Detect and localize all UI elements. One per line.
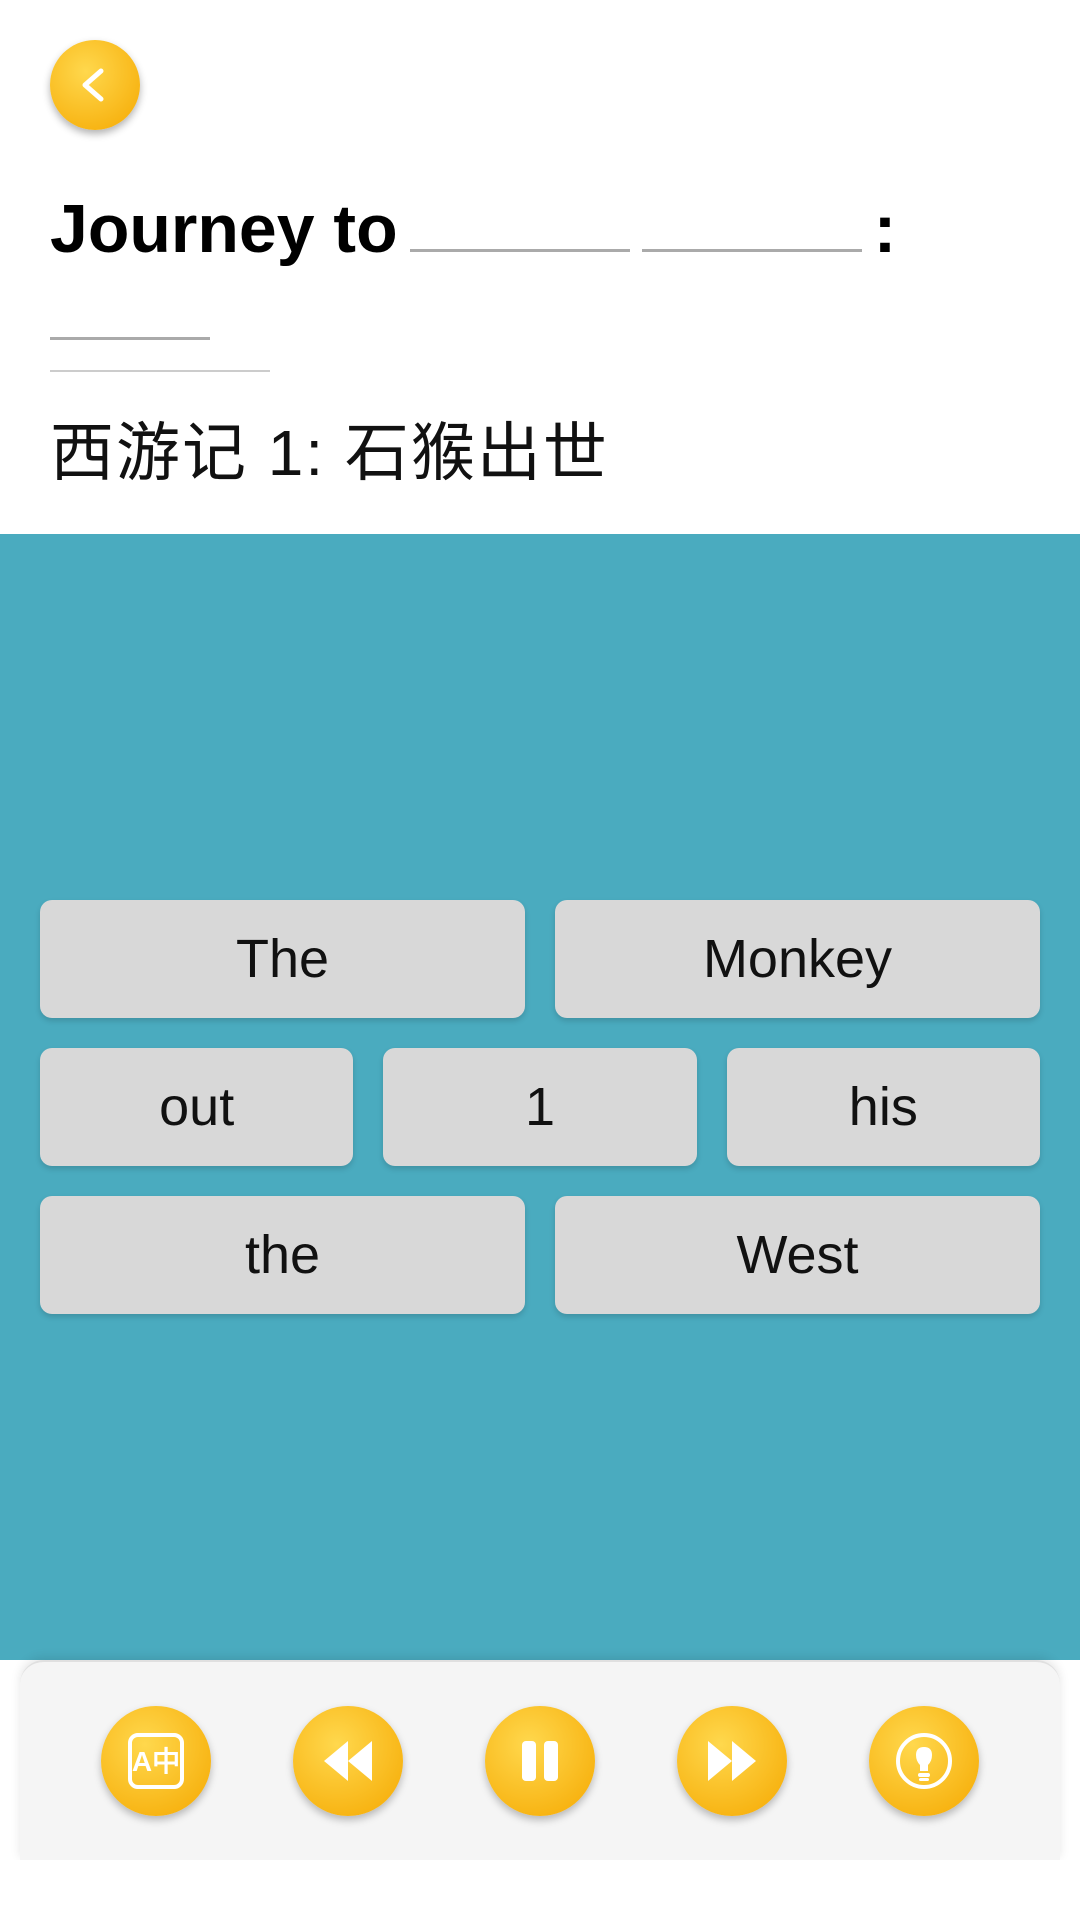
word-button-the[interactable]: The: [40, 900, 525, 1018]
title-blank-1: [410, 192, 630, 252]
title-blank-2: [642, 192, 862, 252]
fastforward-icon: [700, 1729, 764, 1793]
title-line: Journey to :: [50, 190, 1030, 340]
title-blank-3: [50, 280, 210, 340]
title-colon: :: [874, 190, 897, 268]
bottom-spacer: [0, 1860, 1080, 1920]
word-button-his[interactable]: his: [727, 1048, 1040, 1166]
hint-lightbulb-icon: [892, 1729, 956, 1793]
title-prefix: Journey to: [50, 190, 398, 268]
word-row-3: the West: [40, 1196, 1040, 1314]
word-row-1: The Monkey: [40, 900, 1040, 1018]
word-choice-area: The Monkey out 1 his the West: [0, 534, 1080, 1660]
word-row-2: out 1 his: [40, 1048, 1040, 1166]
fastforward-button[interactable]: [677, 1706, 787, 1816]
word-button-monkey[interactable]: Monkey: [555, 900, 1040, 1018]
svg-text:A中: A中: [132, 1746, 180, 1777]
word-button-west[interactable]: West: [555, 1196, 1040, 1314]
hint-button[interactable]: [869, 1706, 979, 1816]
divider: [50, 370, 270, 372]
word-button-1[interactable]: 1: [383, 1048, 696, 1166]
word-button-out[interactable]: out: [40, 1048, 353, 1166]
top-area: Journey to : 西游记 1: 石猴出世: [0, 0, 1080, 534]
back-arrow-icon: [71, 61, 119, 109]
subtitle: 西游记 1: 石猴出世: [50, 402, 1030, 494]
translate-button[interactable]: A中: [101, 1706, 211, 1816]
rewind-button[interactable]: [293, 1706, 403, 1816]
translate-icon: A中: [124, 1729, 188, 1793]
rewind-icon: [316, 1729, 380, 1793]
word-button-the-lower[interactable]: the: [40, 1196, 525, 1314]
pause-icon: [508, 1729, 572, 1793]
toolbar: A中: [20, 1660, 1060, 1860]
back-button[interactable]: [50, 40, 140, 130]
pause-button[interactable]: [485, 1706, 595, 1816]
